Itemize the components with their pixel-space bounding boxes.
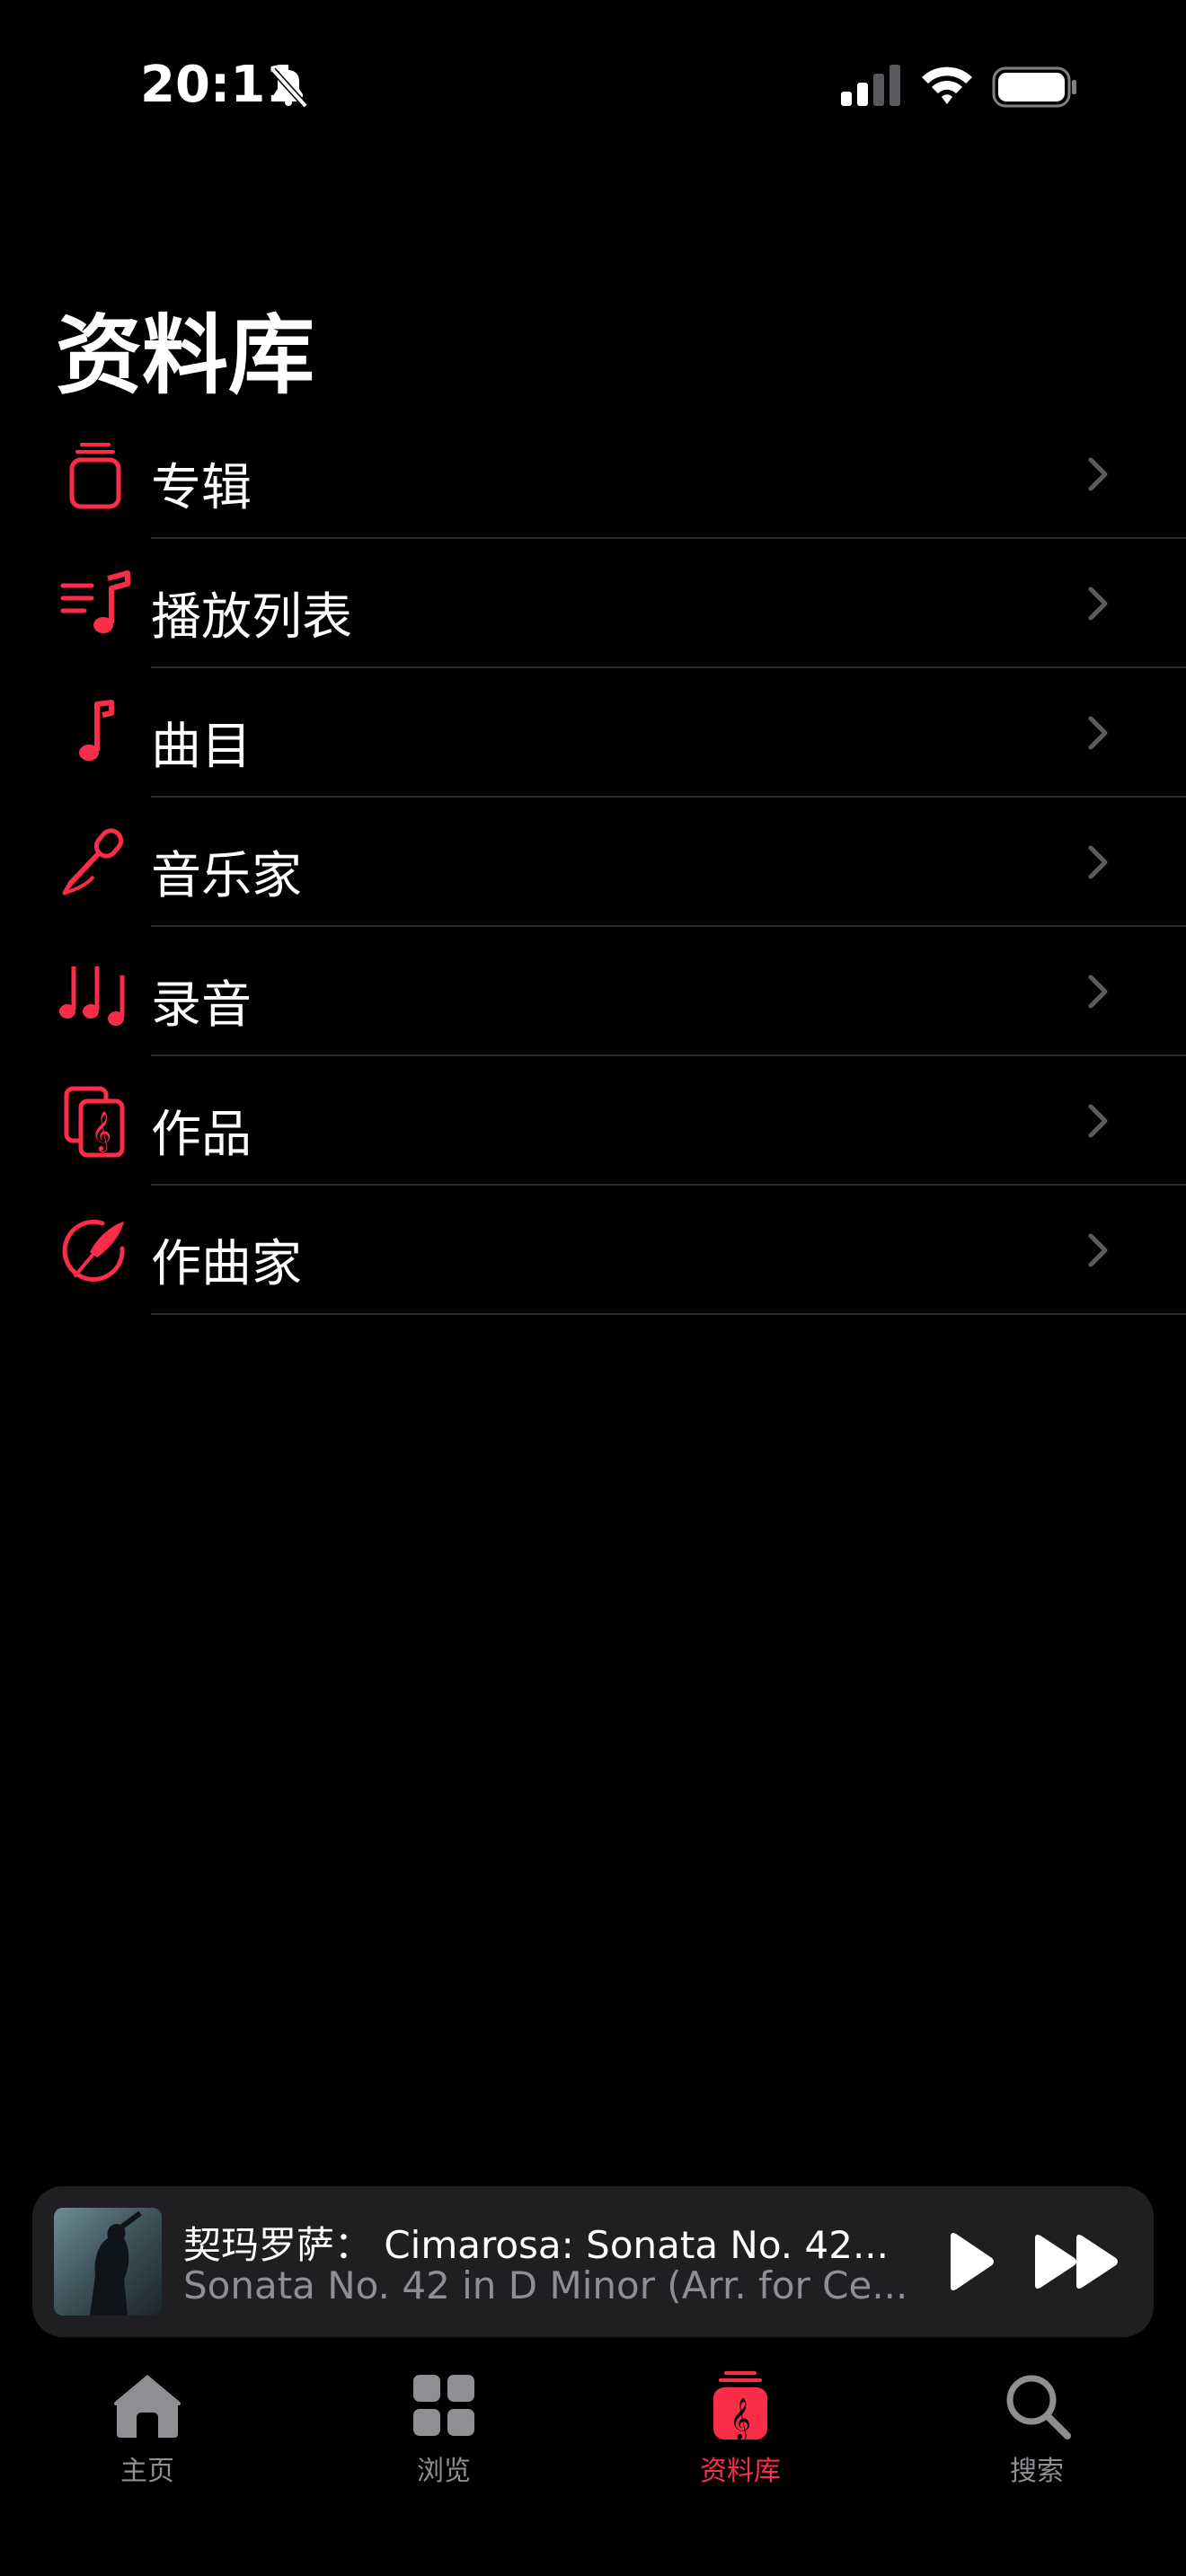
wifi-icon xyxy=(922,66,972,104)
tab-label: 主页 xyxy=(120,2456,174,2487)
library-item-works[interactable]: 𝄞 作品 xyxy=(0,1056,1186,1186)
library-item-label: 曲目 xyxy=(151,718,252,776)
library-item-label: 音乐家 xyxy=(151,847,302,905)
library-item-label: 录音 xyxy=(151,976,252,1035)
library-item-artists[interactable]: 音乐家 xyxy=(0,798,1186,927)
tab-label: 浏览 xyxy=(417,2456,471,2487)
library-item-albums[interactable]: 专辑 xyxy=(0,410,1186,539)
tab-label: 搜索 xyxy=(1010,2456,1064,2487)
svg-text:𝄞: 𝄞 xyxy=(730,2398,751,2441)
chevron-right-icon xyxy=(1088,716,1108,750)
tab-library[interactable]: 𝄞 资料库 xyxy=(651,2368,830,2502)
row-divider xyxy=(151,1313,1186,1315)
music-note-icon xyxy=(79,700,114,761)
chevron-right-icon xyxy=(1088,1104,1108,1138)
home-icon xyxy=(114,2375,181,2438)
library-item-label: 作品 xyxy=(151,1106,252,1164)
grid-icon xyxy=(413,2375,474,2436)
library-item-recordings[interactable]: 录音 xyxy=(0,927,1186,1056)
silent-bell-icon xyxy=(270,67,308,109)
microphone-icon xyxy=(62,828,124,895)
page-title: 资料库 xyxy=(56,305,314,406)
library-icon: 𝄞 xyxy=(713,2371,767,2441)
search-icon xyxy=(1006,2375,1071,2439)
library-list: 专辑 播放列表 曲目 音乐家 录音 𝄞 作品 作曲家 xyxy=(0,410,1186,1315)
playlist-icon xyxy=(60,570,130,633)
tab-browse[interactable]: 浏览 xyxy=(354,2368,534,2502)
cellular-signal-icon xyxy=(841,65,900,106)
library-screen: 20:11 资料库 专辑 播放列表 曲目 音乐家 录音 𝄞 作品 作曲家 契玛罗… xyxy=(0,0,1186,2576)
status-bar: 20:11 xyxy=(0,0,1186,171)
chevron-right-icon xyxy=(1088,845,1108,879)
tab-bar: 主页 浏览 𝄞 资料库 搜索 xyxy=(0,2350,1186,2576)
library-item-label: 专辑 xyxy=(151,459,252,517)
chevron-right-icon xyxy=(1088,1233,1108,1267)
works-score-icon: 𝄞 xyxy=(64,1086,125,1158)
mini-player[interactable]: 契玛罗萨： Cimarosa: Sonata No. 42... Sonata … xyxy=(32,2186,1154,2337)
tab-home[interactable]: 主页 xyxy=(58,2368,237,2502)
composer-quill-icon xyxy=(62,1219,125,1282)
library-item-label: 播放列表 xyxy=(151,588,352,647)
svg-text:𝄞: 𝄞 xyxy=(92,1111,111,1152)
battery-icon xyxy=(992,66,1076,108)
fast-forward-icon[interactable] xyxy=(1028,2226,1127,2298)
tab-label: 资料库 xyxy=(700,2456,781,2487)
album-stack-icon xyxy=(69,443,121,509)
chevron-right-icon xyxy=(1088,587,1108,621)
chevron-right-icon xyxy=(1088,457,1108,491)
library-item-label: 作曲家 xyxy=(151,1235,302,1293)
library-item-songs[interactable]: 曲目 xyxy=(0,668,1186,798)
track-title: 契玛罗萨： Cimarosa: Sonata No. 42... xyxy=(183,2223,889,2267)
tab-search[interactable]: 搜索 xyxy=(947,2368,1127,2502)
chevron-right-icon xyxy=(1088,975,1108,1009)
library-item-composers[interactable]: 作曲家 xyxy=(0,1186,1186,1315)
library-item-playlists[interactable]: 播放列表 xyxy=(0,539,1186,668)
recordings-notes-icon xyxy=(59,966,125,1026)
track-subtitle: Sonata No. 42 in D Minor (Arr. for Ce... xyxy=(183,2263,908,2307)
play-icon[interactable] xyxy=(931,2226,1003,2298)
album-artwork xyxy=(54,2208,162,2316)
